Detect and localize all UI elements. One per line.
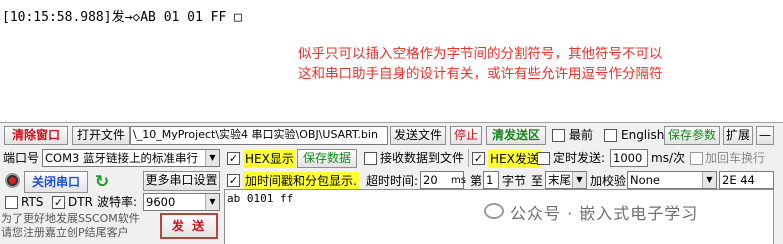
dtr-checkbox[interactable]: ✓ — [52, 196, 65, 209]
baud-select[interactable]: 9600 ▼ — [143, 193, 220, 211]
baud-select-value: 9600 — [146, 195, 176, 209]
add-crlf-checkbox[interactable] — [690, 152, 703, 165]
checksum-select-value: None — [630, 173, 661, 187]
timeout-unit-label: ms — [451, 175, 466, 186]
recv-to-file-checkbox[interactable] — [364, 152, 377, 165]
red-dot-icon — [9, 177, 16, 184]
close-port-button[interactable]: 关闭串口 — [24, 171, 88, 193]
more-settings-button[interactable]: 更多串口设置 — [143, 171, 220, 191]
byte-index-input[interactable]: 1 — [483, 171, 499, 189]
end-select[interactable]: 末尾 ▼ — [545, 171, 587, 189]
clear-window-button[interactable]: 清除窗口 — [4, 126, 68, 145]
hex-send-label: HEX发送 — [488, 150, 541, 168]
save-params-button[interactable]: 保存参数 — [664, 126, 720, 145]
interval-unit-label: ms/次 — [651, 151, 685, 165]
control-panel: 清除窗口 打开文件 \_10_MyProject\实验4 串口实验\OBJ\US… — [0, 122, 783, 244]
baud-label: 波特率: — [97, 195, 138, 209]
checksum-select[interactable]: None ▼ — [627, 171, 717, 189]
timestamp-label: 加时间戳和分包显示. — [243, 172, 359, 190]
watermark-text: 公众号 · 嵌入式电子学习 — [510, 204, 699, 223]
open-file-button[interactable]: 打开文件 — [72, 126, 130, 145]
port-select-value: COM3 蓝牙链接上的标准串行 — [45, 151, 198, 165]
end-select-value: 末尾 — [548, 173, 571, 187]
wechat-icon — [484, 203, 504, 219]
port-select[interactable]: COM3 蓝牙链接上的标准串行 ▼ — [42, 149, 220, 167]
byte-unit-label: 字节 — [502, 174, 527, 188]
hex-display-checkbox[interactable]: ✓ — [227, 152, 240, 165]
chevron-down-icon: ▼ — [702, 172, 716, 188]
english-checkbox[interactable] — [604, 129, 617, 142]
timed-send-checkbox[interactable] — [537, 152, 550, 165]
timeout-label: 超时时间: — [366, 174, 419, 188]
checksum-label: 加校验 — [590, 174, 627, 188]
expand-button[interactable]: 扩展 — [723, 126, 753, 145]
stop-button[interactable]: 停止 — [450, 126, 482, 145]
annotation-note: 似乎只可以插入空格作为字节间的分割符号，其他符号不可以 这和串口助手自身的设计有… — [298, 44, 718, 84]
save-data-button[interactable]: 保存数据 — [297, 149, 357, 168]
topmost-label: 最前 — [569, 128, 594, 142]
chevron-down-icon: ▼ — [205, 150, 219, 166]
english-label: English — [621, 128, 665, 142]
chevron-down-icon: ▼ — [205, 194, 219, 210]
file-path-field[interactable]: \_10_MyProject\实验4 串口实验\OBJ\USART.bin — [130, 126, 388, 145]
send-text-content: ab 0101 ff — [227, 192, 294, 205]
checksum-result-field: 2E 44 — [719, 171, 774, 189]
clear-send-area-button[interactable]: 清发送区 — [486, 126, 546, 145]
timed-send-label: 定时发送: — [553, 151, 606, 165]
receive-log-line: [10:15:58.988]发→◇AB 01 01 FF □ — [2, 10, 242, 25]
send-file-button[interactable]: 发送文件 — [390, 126, 446, 145]
byte-prefix-label: 第 — [470, 174, 483, 188]
divider — [468, 149, 469, 167]
interval-input[interactable]: 1000 — [610, 149, 648, 167]
add-crlf-label: 加回车换行 — [705, 151, 766, 165]
recv-to-file-label: 接收数据到文件 — [380, 151, 465, 165]
annotation-line-2: 这和串口助手自身的设计有关，或许有些允许用逗号作分隔符 — [298, 66, 663, 82]
promo-line-2: 请您注册嘉立创P结尾客户 — [1, 226, 129, 239]
to-label: 至 — [531, 174, 544, 188]
annotation-line-1: 似乎只可以插入空格作为字节间的分割符号，其他符号不可以 — [298, 46, 663, 62]
minimize-button[interactable]: — — [756, 126, 774, 145]
timestamp-checkbox[interactable]: ✓ — [227, 174, 240, 187]
rts-checkbox[interactable] — [5, 196, 18, 209]
topmost-checkbox[interactable] — [552, 129, 565, 142]
hex-display-label: HEX显示 — [243, 150, 296, 168]
hex-send-checkbox[interactable]: ✓ — [472, 152, 485, 165]
refresh-icon[interactable]: ↻ — [93, 172, 111, 192]
dtr-label: DTR — [68, 195, 93, 209]
chevron-down-icon: ▼ — [572, 172, 586, 188]
send-button[interactable]: 发 送 — [160, 213, 218, 239]
rts-label: RTS — [21, 195, 44, 209]
promo-line-1: 为了更好地发展SSCOM软件 — [1, 212, 140, 225]
port-label: 端口号 — [3, 151, 40, 165]
port-status-indicator — [5, 173, 20, 188]
